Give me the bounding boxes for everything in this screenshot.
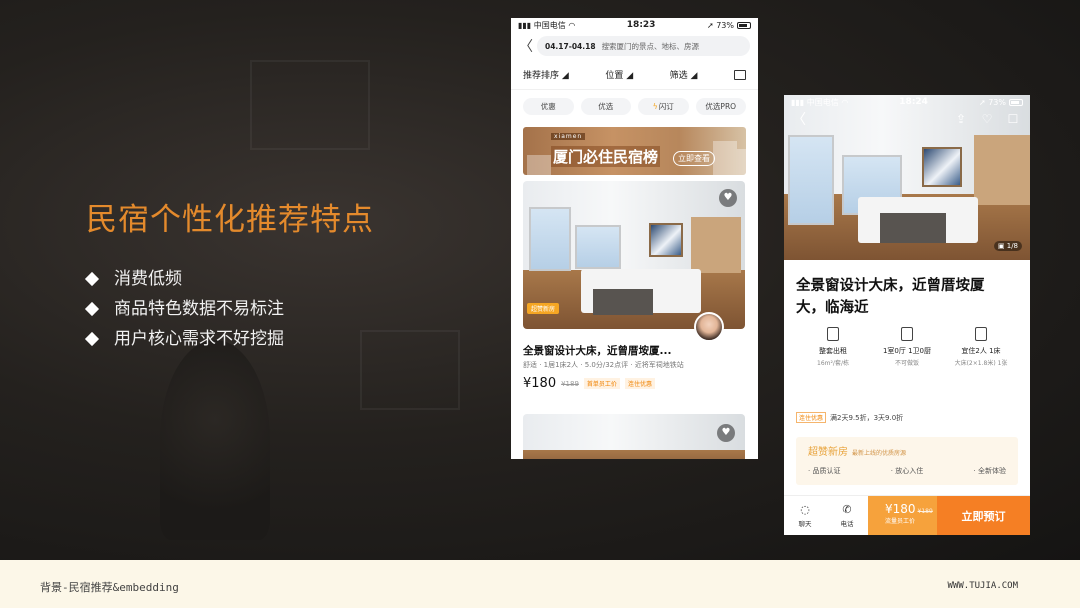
chat-icon: ◌ <box>800 503 810 516</box>
promo-row[interactable]: 连住优惠 满2天9.5折，3天9.0折 <box>796 412 903 423</box>
bullet-item: 消费低频 <box>84 264 284 294</box>
new-house-card: 超赞新房 最新上线的优质房源 · 品质认证 · 放心入住 · 全新体验 <box>796 437 1018 485</box>
diamond-bullet-icon <box>84 331 100 347</box>
filter-bar: 推荐排序 ◢ 位置 ◢ 筛选 ◢ <box>511 60 758 90</box>
share-icon[interactable]: ⇪ <box>952 112 970 126</box>
favorite-heart-icon[interactable]: ♡ <box>978 112 996 126</box>
detail-screenshot: ▮▮▮ 中国电信 ◠ 18:24 ➚ 73% 〈 ⇪ ♡ ☐ ▣ 1/8 全景窗… <box>784 95 1030 535</box>
quick-filter-chips: 优惠 优选 ϟ 闪订 优选PRO <box>511 90 758 123</box>
phone-icon: ✆ <box>842 503 852 516</box>
amenity-item: 1室0厅 1卫0厨 不可做饭 <box>870 327 944 367</box>
promo-tag: 连住优惠 <box>796 412 827 423</box>
chat-button[interactable]: ◌ 聊天 <box>784 496 826 535</box>
promo-text: 满2天9.5折，3天9.0折 <box>830 413 904 422</box>
listing-price: ¥180 <box>523 376 557 391</box>
detail-title: 全景窗设计大床，近曾厝垵厦大，临海近 <box>796 278 985 316</box>
signal-icon: ▮▮▮ <box>791 97 805 107</box>
listing-screenshot: ▮▮▮ 中国电信 ◠ 18:23 ➚ 73% 〈 04.17-04.18 搜索厦… <box>511 18 758 459</box>
book-now-button[interactable]: 立即预订 <box>937 496 1030 535</box>
amenity-item: 宜住2人 1床 大床(2×1.8米) 1张 <box>944 327 1018 367</box>
new-house-badge: 超赞新房 <box>527 303 560 314</box>
footer: 背景-民宿推荐&embedding WWW.TUJIA.COM <box>0 560 1080 608</box>
location-icon: ➚ <box>978 97 986 107</box>
host-avatar[interactable] <box>694 312 724 342</box>
bed-icon <box>975 327 987 341</box>
chip-preferred-pro[interactable]: 优选PRO <box>695 98 746 115</box>
signal-icon: ▮▮▮ <box>518 20 532 30</box>
photo-counter: ▣ 1/8 <box>993 241 1022 251</box>
feature-item: · 全新体验 <box>973 467 1006 475</box>
diamond-bullet-icon <box>84 301 100 317</box>
search-placeholder: 搜索厦门的景点、地标、房源 <box>601 41 700 51</box>
booking-bar: ◌ 聊天 ✆ 电话 ¥180 ¥189 流量员工价 立即预订 <box>784 495 1030 535</box>
back-icon[interactable]: 〈 <box>792 109 806 129</box>
amenity-item: 整套出租 16m²/套/栋 <box>796 327 870 367</box>
battery-icon <box>736 21 751 29</box>
banner-cta[interactable]: 立即查看 <box>673 151 715 166</box>
amenities-row: 整套出租 16m²/套/栋 1室0厅 1卫0厨 不可做饭 宜住2人 1床 大床(… <box>796 327 1018 367</box>
footer-url: WWW.TUJIA.COM <box>947 581 1018 591</box>
bullet-item: 用户核心需求不好挖掘 <box>84 324 284 354</box>
filter-location[interactable]: 位置 ◢ <box>605 68 633 81</box>
house-icon <box>827 327 839 341</box>
status-bar: ▮▮▮ 中国电信 ◠ 18:23 ➚ 73% <box>511 18 758 32</box>
slide-title: 民宿个性化推荐特点 <box>86 202 374 238</box>
price-tag: 连住优惠 <box>624 378 655 389</box>
call-button[interactable]: ✆ 电话 <box>826 496 868 535</box>
chip-preferred[interactable]: 优选 <box>580 98 631 115</box>
banner-title: 厦门必住民宿榜 <box>551 146 661 167</box>
filter-more[interactable]: 筛选 ◢ <box>670 68 698 81</box>
filter-sort[interactable]: 推荐排序 ◢ <box>523 68 569 81</box>
listing-photo[interactable]: ♥ <box>523 414 745 459</box>
wifi-icon: ◠ <box>841 97 849 107</box>
footer-label: 背景-民宿推荐&embedding <box>40 581 179 594</box>
favorite-heart-icon[interactable]: ♥ <box>719 189 737 207</box>
location-icon: ➚ <box>706 20 714 30</box>
chip-discount[interactable]: 优惠 <box>523 98 574 115</box>
detail-price: ¥180 <box>885 502 916 516</box>
back-icon[interactable]: 〈 <box>519 36 537 56</box>
map-icon[interactable] <box>733 69 746 80</box>
favorite-heart-icon[interactable]: ♥ <box>717 424 735 442</box>
bullet-item: 商品特色数据不易标注 <box>84 294 284 324</box>
door-icon <box>901 327 913 341</box>
battery-icon <box>1008 98 1023 106</box>
message-icon[interactable]: ☐ <box>1004 112 1022 126</box>
listing-title[interactable]: 全景窗设计大床，近曾厝垵厦... <box>523 343 671 358</box>
price-box: ¥180 ¥189 流量员工价 <box>868 496 937 535</box>
feature-item: · 品质认证 <box>808 467 841 475</box>
promo-banner[interactable]: xiamen 厦门必住民宿榜 立即查看 <box>523 127 746 175</box>
chip-instant[interactable]: ϟ 闪订 <box>638 98 689 115</box>
price-tag: 首单员工价 <box>583 378 620 389</box>
listing-old-price: ¥189 <box>561 379 579 388</box>
search-input[interactable]: 04.17-04.18 搜索厦门的景点、地标、房源 <box>537 36 750 56</box>
listing-meta: 舒适 · 1居1床2人 · 5.0分/32点评 · 近将军祠地铁站 <box>523 361 684 369</box>
diamond-bullet-icon <box>84 271 100 287</box>
listing-photo[interactable]: ♥ 超赞新房 <box>523 181 745 329</box>
feature-item: · 放心入住 <box>890 467 924 475</box>
lightning-icon: ϟ <box>652 102 658 111</box>
wifi-icon: ◠ <box>568 20 576 30</box>
bullet-list: 消费低频 商品特色数据不易标注 用户核心需求不好挖掘 <box>84 264 284 354</box>
status-bar: ▮▮▮ 中国电信 ◠ 18:24 ➚ 73% <box>784 95 1030 109</box>
